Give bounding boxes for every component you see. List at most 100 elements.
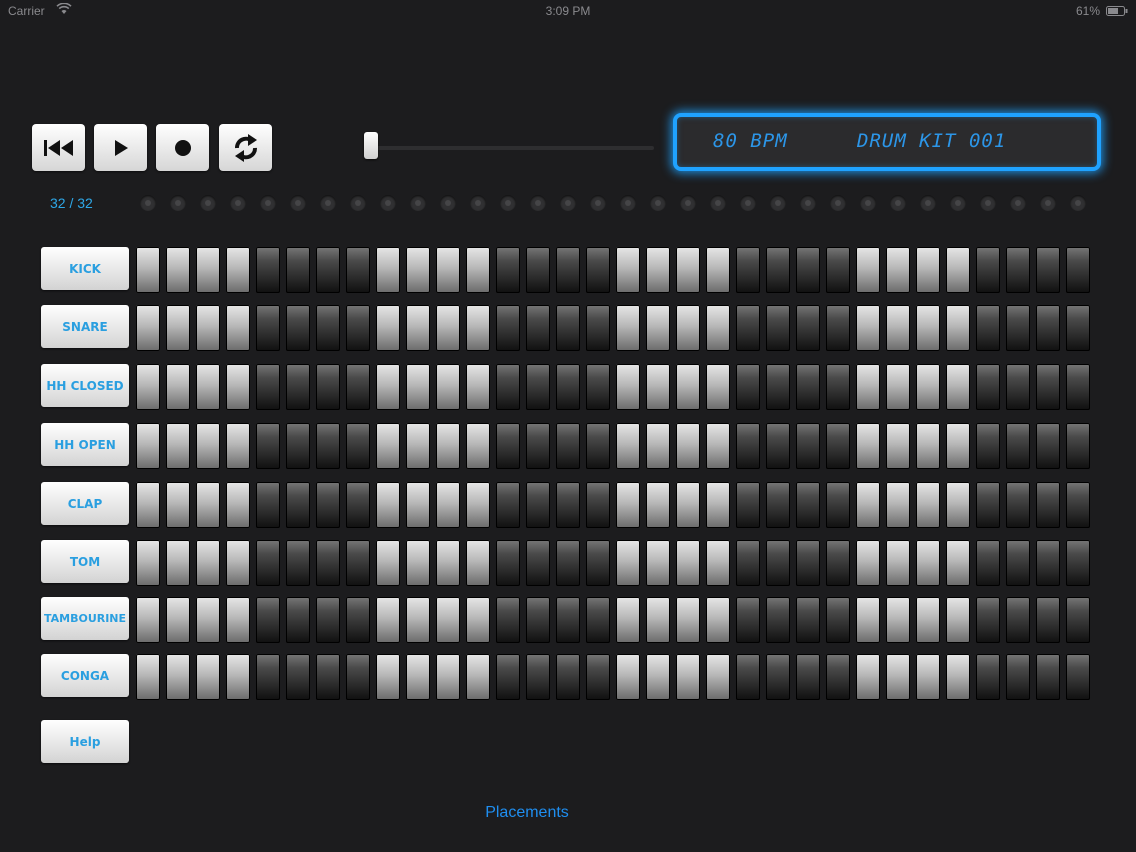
step-pad[interactable] [796,540,820,586]
step-pad[interactable] [526,423,550,469]
step-pad[interactable] [496,247,520,293]
step-pad[interactable] [946,597,970,643]
step-pad[interactable] [736,654,760,700]
step-pad[interactable] [796,423,820,469]
step-pad[interactable] [526,482,550,528]
step-pad[interactable] [256,305,280,351]
step-pad[interactable] [376,305,400,351]
step-pad[interactable] [166,364,190,410]
step-pad[interactable] [1036,540,1060,586]
step-pad[interactable] [976,305,1000,351]
step-pad[interactable] [316,654,340,700]
step-pad[interactable] [466,423,490,469]
step-pad[interactable] [526,305,550,351]
step-pad[interactable] [1066,423,1090,469]
tempo-slider-track[interactable] [366,146,654,150]
step-pad[interactable] [886,597,910,643]
step-pad[interactable] [466,364,490,410]
step-pad[interactable] [886,305,910,351]
step-pad[interactable] [466,597,490,643]
step-pad[interactable] [586,247,610,293]
step-pad[interactable] [526,654,550,700]
step-pad[interactable] [526,540,550,586]
step-pad[interactable] [526,364,550,410]
step-pad[interactable] [286,305,310,351]
step-pad[interactable] [856,423,880,469]
step-pad[interactable] [256,423,280,469]
step-pad[interactable] [886,247,910,293]
step-pad[interactable] [616,247,640,293]
step-pad[interactable] [136,540,160,586]
step-pad[interactable] [136,597,160,643]
step-pad[interactable] [826,540,850,586]
step-pad[interactable] [886,540,910,586]
step-pad[interactable] [226,597,250,643]
step-pad[interactable] [1006,540,1030,586]
step-pad[interactable] [946,423,970,469]
step-pad[interactable] [616,482,640,528]
step-pad[interactable] [1066,247,1090,293]
step-pad[interactable] [286,423,310,469]
step-pad[interactable] [1036,247,1060,293]
step-pad[interactable] [556,654,580,700]
step-pad[interactable] [256,247,280,293]
step-pad[interactable] [886,364,910,410]
step-pad[interactable] [556,247,580,293]
step-pad[interactable] [916,482,940,528]
step-pad[interactable] [346,597,370,643]
step-pad[interactable] [436,482,460,528]
step-pad[interactable] [226,540,250,586]
step-pad[interactable] [766,597,790,643]
step-pad[interactable] [646,247,670,293]
step-pad[interactable] [796,482,820,528]
step-pad[interactable] [616,597,640,643]
step-pad[interactable] [226,482,250,528]
step-pad[interactable] [646,597,670,643]
step-pad[interactable] [406,540,430,586]
step-pad[interactable] [856,247,880,293]
step-pad[interactable] [826,305,850,351]
instrument-button-hh-open[interactable]: HH OPEN [41,423,129,466]
step-pad[interactable] [556,364,580,410]
step-pad[interactable] [286,247,310,293]
step-pad[interactable] [946,364,970,410]
step-pad[interactable] [586,654,610,700]
step-pad[interactable] [226,423,250,469]
step-pad[interactable] [556,423,580,469]
step-pad[interactable] [406,247,430,293]
step-pad[interactable] [886,482,910,528]
step-pad[interactable] [1006,305,1030,351]
step-pad[interactable] [946,540,970,586]
step-pad[interactable] [196,305,220,351]
step-pad[interactable] [766,247,790,293]
step-pad[interactable] [676,597,700,643]
step-pad[interactable] [496,364,520,410]
step-pad[interactable] [916,597,940,643]
step-pad[interactable] [976,654,1000,700]
step-pad[interactable] [1006,482,1030,528]
step-pad[interactable] [976,423,1000,469]
step-pad[interactable] [796,654,820,700]
step-pad[interactable] [886,423,910,469]
step-pad[interactable] [196,482,220,528]
step-pad[interactable] [916,540,940,586]
step-pad[interactable] [556,597,580,643]
step-pad[interactable] [496,654,520,700]
step-pad[interactable] [646,540,670,586]
step-pad[interactable] [886,654,910,700]
step-pad[interactable] [616,305,640,351]
step-pad[interactable] [526,247,550,293]
step-pad[interactable] [1066,654,1090,700]
step-pad[interactable] [706,247,730,293]
step-pad[interactable] [436,597,460,643]
step-pad[interactable] [916,247,940,293]
step-pad[interactable] [196,654,220,700]
step-pad[interactable] [976,247,1000,293]
step-pad[interactable] [736,482,760,528]
step-pad[interactable] [1066,305,1090,351]
step-pad[interactable] [586,597,610,643]
help-button[interactable]: Help [41,720,129,763]
step-pad[interactable] [586,364,610,410]
step-pad[interactable] [646,305,670,351]
step-pad[interactable] [1066,597,1090,643]
